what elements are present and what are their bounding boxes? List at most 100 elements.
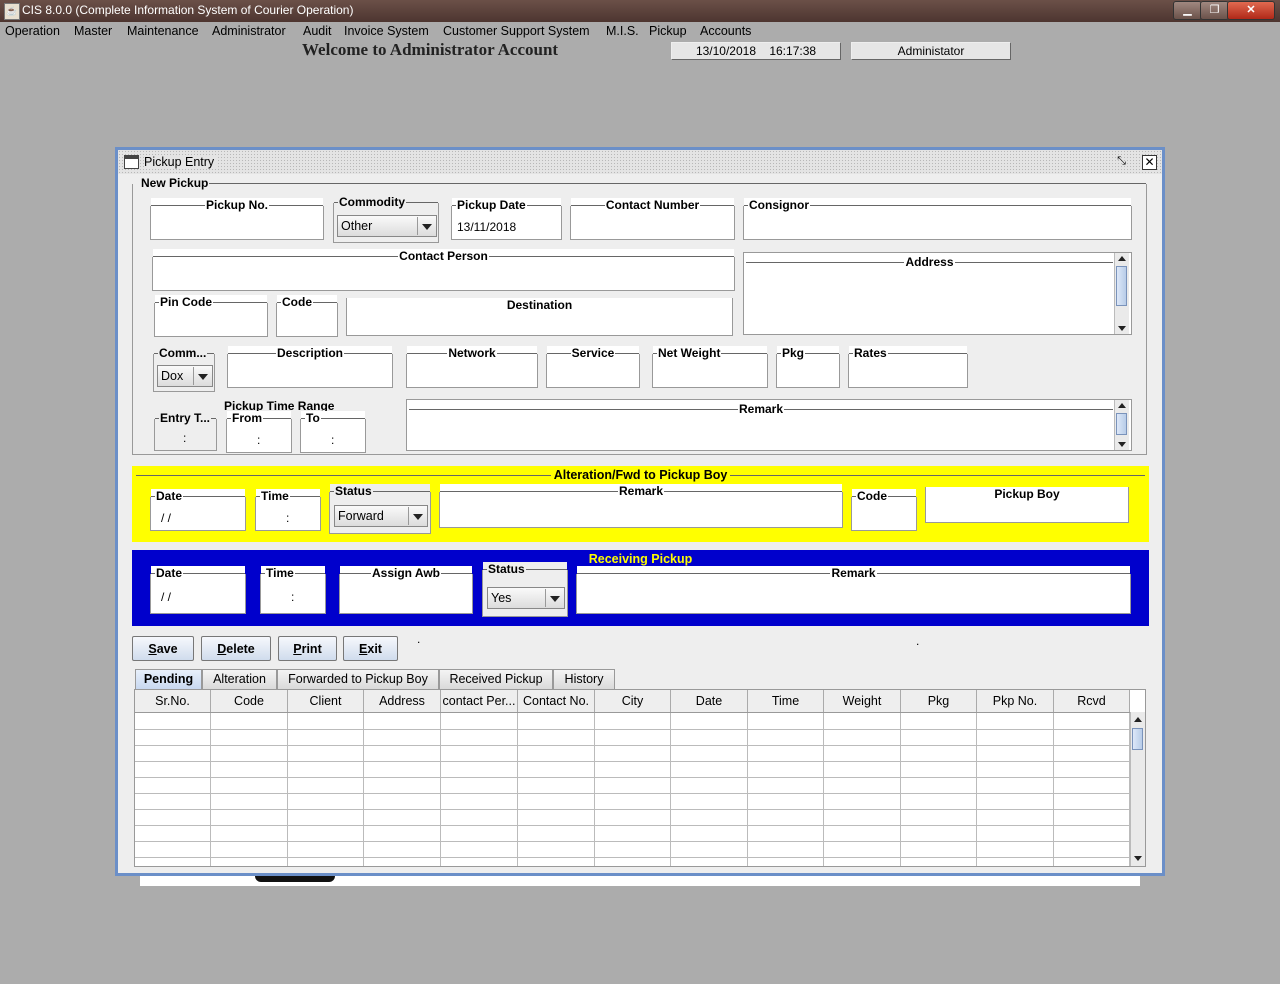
table-row[interactable] [135, 729, 1130, 746]
table-cell[interactable] [211, 841, 288, 857]
table-cell[interactable] [135, 761, 211, 777]
table-cell[interactable] [441, 729, 518, 745]
pin-code-field[interactable]: Pin Code [154, 295, 268, 337]
table-cell[interactable] [901, 761, 977, 777]
remark-textarea[interactable]: Remark [406, 399, 1132, 451]
table-cell[interactable] [1054, 729, 1130, 745]
table-cell[interactable] [364, 793, 441, 809]
table-cell[interactable] [211, 825, 288, 841]
pickup-no-field[interactable]: Pickup No. [150, 198, 324, 240]
scroll-up-icon[interactable] [1115, 253, 1129, 265]
menu-pickup[interactable]: Pickup [649, 24, 687, 38]
table-cell[interactable] [671, 729, 748, 745]
menu-maintenance[interactable]: Maintenance [127, 24, 199, 38]
table-cell[interactable] [901, 777, 977, 793]
table-cell[interactable] [671, 857, 748, 866]
close-button[interactable]: ✕ [1227, 1, 1275, 20]
table-cell[interactable] [211, 777, 288, 793]
destination-field[interactable]: Destination [346, 298, 733, 336]
scroll-thumb[interactable] [1116, 413, 1127, 435]
table-cell[interactable] [671, 841, 748, 857]
table-cell[interactable] [441, 841, 518, 857]
chevron-down-icon[interactable] [545, 589, 563, 607]
table-cell[interactable] [518, 857, 595, 866]
table-cell[interactable] [901, 729, 977, 745]
alt-date-field[interactable]: Date / / [150, 489, 246, 531]
table-cell[interactable] [595, 825, 671, 841]
menu-invoice-system[interactable]: Invoice System [344, 24, 429, 38]
table-cell[interactable] [1054, 825, 1130, 841]
table-cell[interactable] [977, 745, 1054, 761]
scroll-up-icon[interactable] [1131, 714, 1145, 726]
table-cell[interactable] [518, 713, 595, 729]
pickup-boy-field[interactable]: Pickup Boy [925, 487, 1129, 523]
table-cell[interactable] [671, 713, 748, 729]
table-cell[interactable] [671, 809, 748, 825]
scroll-thumb[interactable] [1132, 728, 1143, 750]
column-header[interactable]: City [595, 690, 671, 712]
table-row[interactable] [135, 777, 1130, 794]
table-cell[interactable] [671, 825, 748, 841]
table-cell[interactable] [211, 809, 288, 825]
table-cell[interactable] [1054, 713, 1130, 729]
table-cell[interactable] [748, 713, 824, 729]
table-cell[interactable] [595, 745, 671, 761]
network-field[interactable]: Network [406, 346, 538, 388]
table-cell[interactable] [977, 841, 1054, 857]
table-cell[interactable] [748, 857, 824, 866]
column-header[interactable]: Rcvd [1054, 690, 1130, 712]
table-cell[interactable] [748, 809, 824, 825]
menu-operation[interactable]: Operation [5, 24, 60, 38]
table-cell[interactable] [364, 729, 441, 745]
table-cell[interactable] [595, 729, 671, 745]
save-button[interactable]: Save [132, 636, 194, 661]
table-cell[interactable] [977, 793, 1054, 809]
table-cell[interactable] [288, 825, 364, 841]
remark-scrollbar[interactable] [1114, 400, 1129, 450]
table-cell[interactable] [977, 857, 1054, 866]
net-weight-field[interactable]: Net Weight [652, 346, 768, 388]
table-scrollbar[interactable] [1130, 712, 1145, 866]
table-cell[interactable] [364, 857, 441, 866]
restore-icon[interactable]: ⤡ [1115, 155, 1128, 168]
menu-master[interactable]: Master [74, 24, 112, 38]
table-cell[interactable] [748, 761, 824, 777]
table-cell[interactable] [977, 809, 1054, 825]
table-cell[interactable] [518, 841, 595, 857]
exit-button[interactable]: Exit [343, 636, 398, 661]
table-cell[interactable] [441, 809, 518, 825]
table-cell[interactable] [135, 729, 211, 745]
assign-awb-field[interactable]: Assign Awb [339, 566, 473, 614]
table-cell[interactable] [901, 809, 977, 825]
table-cell[interactable] [748, 745, 824, 761]
alt-time-field[interactable]: Time : [255, 489, 321, 531]
table-cell[interactable] [977, 729, 1054, 745]
table-cell[interactable] [595, 857, 671, 866]
table-cell[interactable] [135, 841, 211, 857]
service-field[interactable]: Service [546, 346, 640, 388]
table-cell[interactable] [748, 777, 824, 793]
rcv-status-select[interactable]: Yes [487, 587, 565, 609]
table-cell[interactable] [595, 761, 671, 777]
chevron-down-icon[interactable] [417, 217, 435, 235]
table-row[interactable] [135, 809, 1130, 826]
table-cell[interactable] [901, 857, 977, 866]
table-cell[interactable] [595, 809, 671, 825]
table-cell[interactable] [211, 857, 288, 866]
table-cell[interactable] [441, 857, 518, 866]
table-cell[interactable] [977, 761, 1054, 777]
scroll-down-icon[interactable] [1115, 322, 1129, 334]
table-cell[interactable] [595, 713, 671, 729]
table-cell[interactable] [441, 745, 518, 761]
table-cell[interactable] [1054, 745, 1130, 761]
column-header[interactable]: Date [671, 690, 748, 712]
commodity-select[interactable]: Other [337, 215, 437, 237]
rates-field[interactable]: Rates [848, 346, 968, 388]
table-row[interactable] [135, 825, 1130, 842]
table-cell[interactable] [211, 745, 288, 761]
from-time-field[interactable]: From : [226, 411, 292, 453]
table-cell[interactable] [441, 793, 518, 809]
consignor-field[interactable]: Consignor [743, 198, 1132, 240]
table-cell[interactable] [288, 793, 364, 809]
table-cell[interactable] [288, 761, 364, 777]
